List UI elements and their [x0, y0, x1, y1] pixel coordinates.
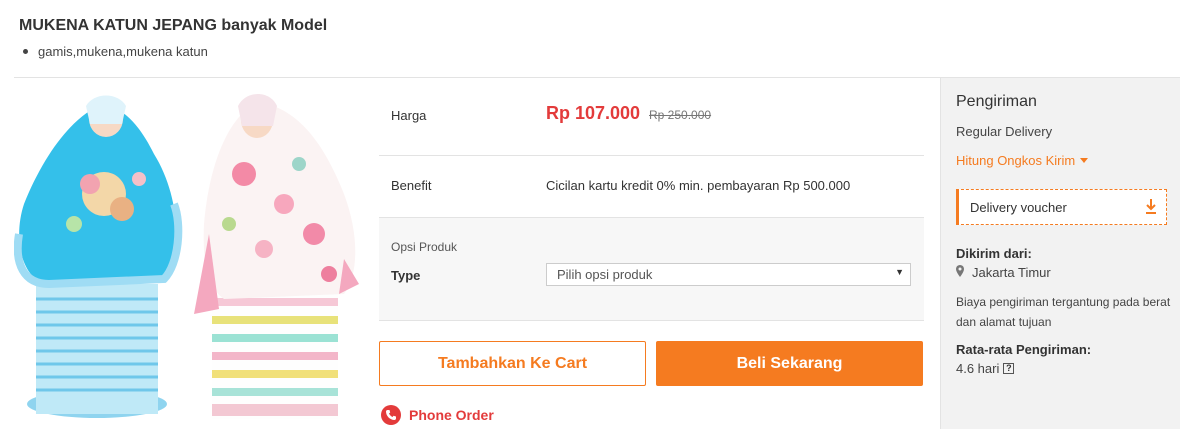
average-delivery-label: Rata-rata Pengiriman:: [956, 342, 1092, 357]
ship-from-label: Dikirim dari:: [956, 246, 1032, 261]
product-tags: gamis,mukena,mukena katun: [23, 44, 208, 59]
bullet-icon: [23, 49, 28, 54]
benefit-value: Cicilan kartu kredit 0% min. pembayaran …: [546, 178, 851, 193]
price-original: Rp 250.000: [649, 108, 712, 122]
product-photo-illustration: [14, 94, 359, 419]
benefit-label: Benefit: [391, 178, 432, 193]
option-type-label: Type: [391, 268, 421, 283]
blue-mukena-figure: [14, 95, 183, 418]
shipping-panel: Pengiriman Regular Delivery Hitung Ongko…: [940, 78, 1180, 429]
benefit-row: Benefit Cicilan kartu kredit 0% min. pem…: [379, 156, 924, 218]
phone-order-label: Phone Order: [409, 407, 494, 423]
location-pin-icon: [956, 265, 964, 280]
calculate-shipping-link[interactable]: Hitung Ongkos Kirim: [956, 153, 1089, 168]
price-row: Harga Rp 107.000 Rp 250.000: [379, 78, 924, 156]
calculate-shipping-label: Hitung Ongkos Kirim: [956, 153, 1076, 168]
product-tags-text[interactable]: gamis,mukena,mukena katun: [38, 44, 208, 59]
price-current: Rp 107.000: [546, 103, 641, 123]
option-title: Opsi Produk: [391, 240, 458, 254]
shipping-title: Pengiriman: [956, 93, 1037, 110]
ship-from: Jakarta Timur: [956, 265, 1051, 280]
average-delivery: 4.6 hari ?: [956, 361, 1015, 376]
buy-now-button[interactable]: Beli Sekarang: [656, 341, 923, 386]
help-icon[interactable]: ?: [1003, 363, 1015, 374]
product-title: MUKENA KATUN JEPANG banyak Model: [19, 17, 328, 34]
delivery-voucher-label: Delivery voucher: [970, 200, 1067, 215]
delivery-voucher-button[interactable]: Delivery voucher: [956, 189, 1167, 225]
option-select-value: Pilih opsi produk: [557, 267, 653, 282]
floral-mukena-figure: [194, 94, 359, 419]
shipping-note: Biaya pengiriman tergantung pada berat d…: [956, 295, 1171, 329]
ship-from-value: Jakarta Timur: [972, 265, 1051, 280]
phone-order-link[interactable]: Phone Order: [381, 405, 494, 425]
shipping-method: Regular Delivery: [956, 124, 1053, 139]
add-to-cart-button[interactable]: Tambahkan Ke Cart: [379, 341, 646, 386]
average-delivery-value: 4.6 hari: [956, 361, 1000, 376]
caret-down-icon: [1080, 158, 1089, 163]
caret-down-icon: ▼: [895, 267, 904, 277]
download-icon: [1145, 198, 1157, 217]
option-select[interactable]: Pilih opsi produk ▼: [546, 263, 911, 286]
phone-icon: [381, 405, 401, 425]
product-image[interactable]: [14, 84, 366, 429]
price-label: Harga: [391, 108, 427, 123]
option-row: Opsi Produk Type Pilih opsi produk ▼: [379, 218, 924, 321]
